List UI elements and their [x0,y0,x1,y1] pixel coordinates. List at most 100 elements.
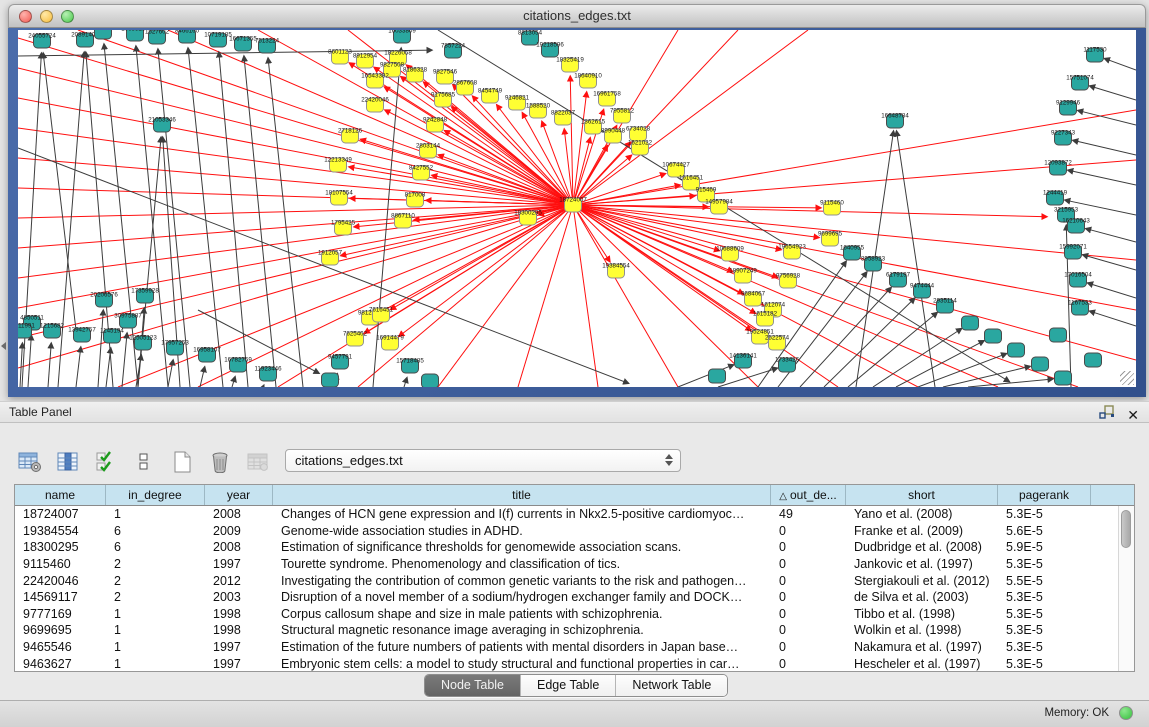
yellow-node[interactable]: 9242848 [423,117,448,133]
row-height-icon[interactable] [130,448,158,476]
table-cell[interactable]: 6 [106,524,205,538]
teal-node[interactable]: 20206576 [90,292,118,308]
black-edge[interactable] [232,377,235,387]
table-cell[interactable]: 1998 [205,623,273,637]
yellow-node[interactable]: 8822037 [551,110,576,126]
table-row[interactable]: 1830029562008Estimation of significance … [15,539,1134,556]
teal-node[interactable]: 1145194 [100,328,124,344]
black-edge[interactable] [896,131,935,387]
black-edge[interactable] [263,385,264,387]
red-edge[interactable] [573,205,758,387]
yellow-node[interactable]: 9175685 [431,92,456,108]
network-canvas[interactable]: 1872400786011238912954182260589827508818… [18,30,1136,387]
yellow-node[interactable]: 817008 [405,192,426,208]
yellow-node[interactable]: 9115460 [820,200,844,216]
yellow-node[interactable]: 16961758 [593,91,621,107]
table-cell[interactable]: 0 [771,590,846,604]
teal-node[interactable]: 16671355 [229,36,257,52]
table-cell[interactable]: de Silva et al. (2003) [846,590,998,604]
table-cell[interactable]: 5.6E-5 [998,524,1091,538]
table-cell[interactable]: Estimation of the future numbers of pati… [273,640,771,654]
teal-node[interactable]: 15992071 [1059,244,1087,260]
teal-node[interactable] [422,374,439,387]
table-cell[interactable]: Franke et al. (2009) [846,524,998,538]
teal-node[interactable]: 9457791 [328,354,353,370]
teal-node[interactable] [985,329,1002,343]
red-edge[interactable] [573,30,738,205]
table-cell[interactable]: 18724007 [15,507,106,521]
yellow-node[interactable]: 1615182 [753,311,778,327]
table-selector[interactable]: citations_edges.txt [285,449,681,472]
table-cell[interactable]: 5.3E-5 [998,623,1091,637]
yellow-node[interactable]: 18325419 [556,57,584,73]
table-cell[interactable]: Dudbridge et al. (2008) [846,540,998,554]
table-cell[interactable]: Yano et al. (2008) [846,507,998,521]
black-edge[interactable] [188,48,223,387]
table-cell[interactable]: 5.3E-5 [998,640,1091,654]
teal-node[interactable]: 1117530 [1083,47,1107,63]
tab-edge-table[interactable]: Edge Table [521,675,616,696]
teal-node[interactable]: 15718485 [396,358,424,374]
red-edge[interactable] [18,98,573,205]
table-cell[interactable]: Corpus callosum shape and size in male p… [273,607,771,621]
yellow-node[interactable]: 19654923 [778,244,806,260]
table-cell[interactable]: 6 [106,540,205,554]
table-cell[interactable]: 1997 [205,557,273,571]
table-row[interactable]: 946554611997Estimation of the future num… [15,639,1134,656]
table-cell[interactable]: Nakamura et al. (1997) [846,640,998,654]
yellow-node[interactable]: 8990448 [601,128,626,144]
teal-node[interactable]: 16958107 [193,347,221,363]
teal-node[interactable]: 2935114 [933,298,957,314]
show-column-icon[interactable] [54,448,82,476]
red-edge[interactable] [573,196,695,205]
table-cell[interactable]: 22420046 [15,574,106,588]
table-cell[interactable]: Genome-wide association studies in ADHD. [273,524,771,538]
table-cell[interactable]: 9115460 [15,557,106,571]
teal-node[interactable]: 16648784 [881,113,909,129]
table-cell[interactable]: Changes of HCN gene expression and I(f) … [273,507,771,521]
yellow-node[interactable]: 1588520 [526,103,551,119]
teal-node[interactable]: 13942757 [68,327,96,343]
black-edge[interactable] [1086,229,1136,242]
table-row[interactable]: 1456911722003Disruption of a novel membe… [15,589,1134,606]
table-cell[interactable]: 2003 [205,590,273,604]
table-row[interactable]: 1872400712008Changes of HCN gene express… [15,506,1134,523]
teal-node[interactable] [1032,357,1049,371]
black-edge[interactable] [43,53,76,330]
black-edge[interactable] [1090,311,1136,326]
table-cell[interactable]: 1 [106,507,205,521]
teal-node[interactable]: 17359928 [131,288,159,304]
table-cell[interactable]: 0 [771,623,846,637]
table-cell[interactable]: 5.3E-5 [998,607,1091,621]
table-cell[interactable]: 0 [771,607,846,621]
teal-node[interactable]: 16782759 [224,357,252,373]
black-edge[interactable] [1068,170,1136,185]
tab-network-table[interactable]: Network Table [616,675,727,696]
yellow-node[interactable]: 8867110 [391,213,415,229]
table-row[interactable]: 2242004622012Investigating the contribut… [15,572,1134,589]
table-cell[interactable]: 2012 [205,574,273,588]
table-row[interactable]: 1938455462009Genome-wide association stu… [15,523,1134,540]
black-edge[interactable] [404,378,407,387]
table-cell[interactable]: 5.5E-5 [998,574,1091,588]
table-cell[interactable]: 1 [106,640,205,654]
table-cell[interactable]: 1997 [205,657,273,671]
table-cell[interactable]: 2008 [205,540,273,554]
teal-node[interactable]: 9227343 [1051,130,1076,146]
teal-node[interactable] [322,373,339,387]
table-cell[interactable]: 2 [106,557,205,571]
teal-node[interactable]: 9474444 [910,283,935,299]
table-cell[interactable]: Hescheler et al. (1997) [846,657,998,671]
column-header-out_de[interactable]: △out_de... [771,485,846,505]
column-header-title[interactable]: title [273,485,771,505]
red-edge[interactable] [573,205,1047,217]
teal-node[interactable]: 17957253 [161,340,189,356]
yellow-node[interactable]: 16914479 [376,335,404,351]
table-cell[interactable]: Structural magnetic resonance image aver… [273,623,771,637]
teal-node[interactable]: 6179197 [886,272,911,288]
import-table-icon[interactable] [244,448,272,476]
table-cell[interactable]: 0 [771,574,846,588]
table-cell[interactable]: Tourette syndrome. Phenomenology and cla… [273,557,771,571]
scrollbar-thumb[interactable] [1121,510,1131,548]
table-cell[interactable]: 2 [106,574,205,588]
